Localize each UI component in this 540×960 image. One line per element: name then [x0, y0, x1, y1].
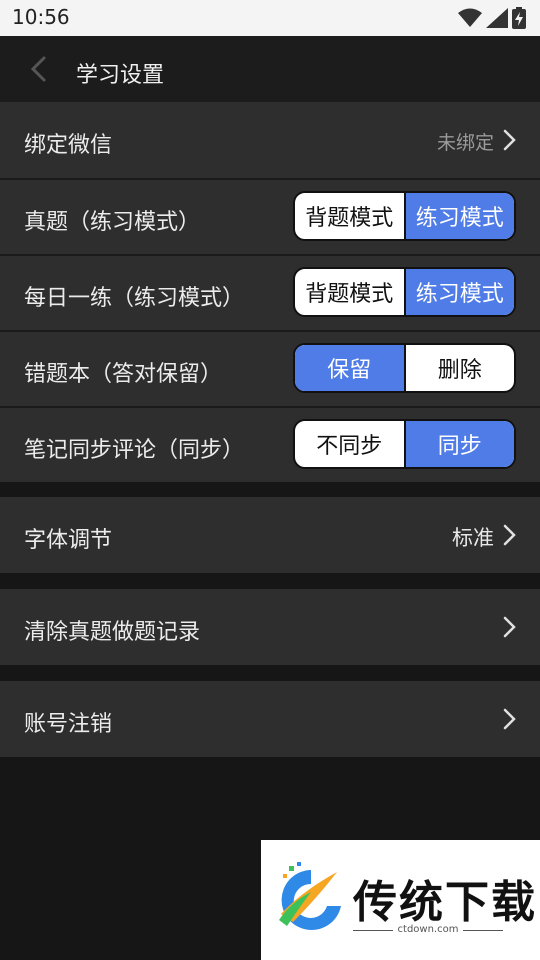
cell-signal-icon — [486, 8, 508, 28]
option-practice-mode[interactable]: 练习模式 — [403, 269, 514, 315]
page-title: 学习设置 — [76, 63, 165, 88]
watermark-url: ctdown.com — [353, 924, 503, 935]
setting-bind-wechat[interactable]: 绑定微信 未绑定 — [0, 102, 540, 178]
setting-daily-mode: 每日一练（练习模式） 背题模式 练习模式 — [0, 256, 540, 330]
option-delete[interactable]: 删除 — [403, 345, 515, 391]
status-time: 10:56 — [12, 5, 70, 29]
wechat-status: 未绑定 — [436, 132, 494, 154]
ctdown-logo-icon — [279, 862, 341, 930]
zhenti-mode-toggle: 背题模式 练习模式 — [293, 191, 516, 241]
setting-label: 绑定微信 — [24, 133, 113, 158]
chevron-right-icon — [503, 129, 516, 151]
setting-label: 每日一练（练习模式） — [24, 286, 245, 311]
option-recite-mode[interactable]: 背题模式 — [295, 193, 404, 239]
wifi-icon — [458, 8, 482, 27]
option-sync[interactable]: 同步 — [403, 421, 514, 467]
chevron-right-icon — [503, 524, 516, 546]
setting-font-size[interactable]: 字体调节 标准 — [0, 497, 540, 573]
watermark-brand: 传统下载 — [353, 877, 537, 928]
daily-mode-toggle: 背题模式 练习模式 — [293, 267, 516, 317]
wrongbook-toggle: 保留 删除 — [293, 343, 516, 393]
setting-account-cancel[interactable]: 账号注销 — [0, 681, 540, 757]
back-arrow-icon[interactable] — [26, 56, 52, 82]
app-bar: 学习设置 — [0, 36, 540, 102]
option-recite-mode[interactable]: 背题模式 — [295, 269, 404, 315]
option-keep[interactable]: 保留 — [295, 345, 404, 391]
setting-label: 错题本（答对保留） — [24, 362, 223, 387]
option-practice-mode[interactable]: 练习模式 — [403, 193, 514, 239]
status-icons — [458, 7, 526, 29]
font-size-value: 标准 — [452, 526, 494, 550]
setting-label: 笔记同步评论（同步） — [24, 438, 245, 463]
setting-zhenti-mode: 真题（练习模式） 背题模式 练习模式 — [0, 180, 540, 254]
battery-charging-icon — [512, 7, 526, 29]
setting-label: 账号注销 — [24, 712, 113, 737]
notes-sync-toggle: 不同步 同步 — [293, 419, 516, 469]
chevron-right-icon — [503, 616, 516, 638]
watermark: 传统下载 ctdown.com — [261, 840, 540, 960]
chevron-right-icon — [503, 708, 516, 730]
setting-label: 字体调节 — [24, 528, 113, 553]
setting-notes-sync: 笔记同步评论（同步） 不同步 同步 — [0, 408, 540, 482]
setting-clear-records[interactable]: 清除真题做题记录 — [0, 589, 540, 665]
option-no-sync[interactable]: 不同步 — [295, 421, 404, 467]
setting-label: 真题（练习模式） — [24, 210, 201, 235]
status-bar: 10:56 — [0, 0, 540, 36]
setting-label: 清除真题做题记录 — [24, 620, 201, 645]
setting-wrongbook: 错题本（答对保留） 保留 删除 — [0, 332, 540, 406]
